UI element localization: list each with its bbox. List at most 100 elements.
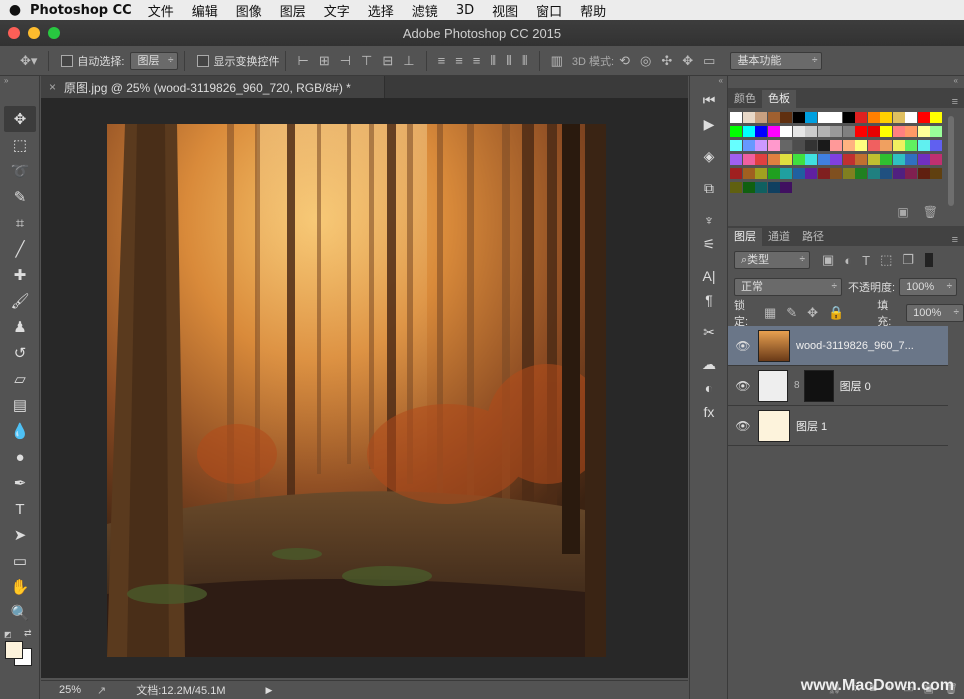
distribute-middle-icon[interactable]: ≡ (455, 53, 463, 68)
styles-panel-icon[interactable]: fx (694, 400, 724, 424)
close-window-button[interactable] (8, 27, 20, 39)
distribute-top-icon[interactable]: ≡ (438, 53, 446, 68)
tab-swatches[interactable]: 色板 (762, 90, 796, 108)
clone-stamp-tool-icon[interactable]: ♟ (4, 314, 36, 340)
move-tool-icon[interactable]: ✥ (4, 106, 36, 132)
color-swatch[interactable] (817, 126, 830, 137)
swatches-scrollbar[interactable] (948, 116, 954, 206)
dock-collapse-right-icon[interactable]: « (728, 76, 964, 88)
color-swatch[interactable] (730, 126, 742, 137)
color-swatch[interactable] (742, 182, 755, 193)
tab-paths[interactable]: 路径 (796, 228, 830, 246)
color-swatch[interactable] (730, 168, 742, 179)
color-swatch[interactable] (930, 168, 942, 179)
panel-menu-icon[interactable]: ≡ (952, 96, 964, 108)
color-swatch[interactable] (742, 112, 755, 123)
tab-color[interactable]: 颜色 (728, 90, 762, 108)
color-swatch[interactable] (792, 140, 805, 151)
color-swatch[interactable] (780, 168, 792, 179)
color-swatch[interactable] (867, 168, 880, 179)
color-swatch[interactable] (742, 126, 755, 137)
align-middle-icon[interactable]: ⊟ (382, 53, 393, 69)
auto-align-icon[interactable]: ▥ (551, 53, 563, 69)
color-swatch[interactable] (805, 154, 817, 165)
color-swatch[interactable] (867, 154, 880, 165)
color-swatch[interactable] (755, 168, 767, 179)
layer-name[interactable]: 图层 0 (840, 378, 871, 394)
scale-3d-icon[interactable]: ▭ (703, 53, 715, 69)
color-swatch[interactable] (792, 126, 805, 137)
tab-layers[interactable]: 图层 (728, 228, 762, 246)
align-center-icon[interactable]: ⊞ (319, 53, 330, 69)
color-swatch[interactable] (917, 140, 930, 151)
history-panel-icon[interactable]: ⏮ (694, 88, 724, 112)
distribute-right-icon[interactable]: ⦀ (522, 53, 528, 69)
color-swatch[interactable] (905, 154, 917, 165)
color-swatch[interactable] (842, 154, 855, 165)
status-menu-arrow-icon[interactable]: ▶ (266, 685, 273, 696)
default-colors-icon[interactable]: ◩ (4, 630, 12, 639)
color-swatch[interactable] (855, 140, 867, 151)
hand-tool-icon[interactable]: ✋ (4, 574, 36, 600)
roll-3d-icon[interactable]: ◎ (640, 53, 651, 69)
color-swatch[interactable] (792, 112, 805, 123)
foreground-color-swatch[interactable] (5, 641, 23, 659)
menu-help[interactable]: 帮助 (580, 1, 606, 20)
color-swatch[interactable] (892, 154, 905, 165)
color-swatch[interactable] (930, 140, 942, 151)
layers-panel-menu-icon[interactable]: ≡ (952, 234, 964, 246)
color-swatch[interactable] (855, 126, 867, 137)
mask-link-icon[interactable]: 8 (794, 380, 800, 391)
gradient-tool-icon[interactable]: ▤ (4, 392, 36, 418)
color-swatch[interactable] (742, 154, 755, 165)
color-swatch[interactable] (805, 140, 817, 151)
color-swatch[interactable] (780, 140, 792, 151)
color-swatch[interactable] (830, 126, 842, 137)
lock-transparent-icon[interactable]: ▦ (764, 305, 776, 321)
menu-layer[interactable]: 图层 (280, 1, 306, 20)
delete-swatch-icon[interactable]: 🗑 (923, 205, 938, 219)
color-swatch[interactable] (730, 182, 742, 193)
path-select-tool-icon[interactable]: ➤ (4, 522, 36, 548)
opacity-input[interactable]: 100% (899, 278, 958, 296)
color-swatch[interactable] (780, 182, 792, 193)
color-swatch[interactable] (905, 168, 917, 179)
visibility-eye-icon[interactable]: 👁 (728, 339, 758, 353)
color-swatch[interactable] (830, 154, 842, 165)
color-swatch[interactable] (755, 112, 767, 123)
zoom-tool-icon[interactable]: 🔍 (4, 600, 36, 626)
layer-row[interactable]: 👁 wood-3119826_960_7... (728, 326, 948, 366)
apple-icon[interactable]: ● (0, 2, 30, 18)
rectangle-tool-icon[interactable]: ▭ (4, 548, 36, 574)
pen-tool-icon[interactable]: ✒ (4, 470, 36, 496)
distribute-center-icon[interactable]: ⦀ (506, 53, 512, 69)
color-swatch[interactable] (805, 126, 817, 137)
color-swatch[interactable] (880, 112, 892, 123)
color-swatch[interactable] (905, 140, 917, 151)
type-tool-icon[interactable]: T (4, 496, 36, 522)
color-swatch[interactable] (917, 154, 930, 165)
layer-name[interactable]: wood-3119826_960_7... (796, 340, 914, 352)
menu-file[interactable]: 文件 (148, 1, 174, 20)
color-swatch[interactable] (830, 112, 842, 123)
visibility-eye-icon[interactable]: 👁 (728, 379, 758, 393)
align-right-icon[interactable]: ⊣ (340, 53, 351, 69)
color-swatch[interactable] (817, 140, 830, 151)
color-swatch[interactable] (817, 112, 830, 123)
color-swatch[interactable] (767, 140, 780, 151)
actions-panel-icon[interactable]: ▶ (694, 112, 724, 136)
crop-tool-icon[interactable]: ⌗ (4, 210, 36, 236)
color-swatch[interactable] (930, 112, 942, 123)
color-swatch[interactable] (767, 126, 780, 137)
3d-panel-icon[interactable]: ◈ (694, 144, 724, 168)
color-swatch[interactable] (805, 168, 817, 179)
new-swatch-icon[interactable]: ▣ (897, 205, 908, 219)
lasso-tool-icon[interactable]: ➰ (4, 158, 36, 184)
color-swatch[interactable] (767, 154, 780, 165)
libraries-panel-icon[interactable]: ☁ (694, 352, 724, 376)
blend-mode-dropdown[interactable]: 正常 (734, 278, 842, 296)
color-swatch[interactable] (880, 154, 892, 165)
color-swatch[interactable] (755, 126, 767, 137)
color-swatch[interactable] (830, 140, 842, 151)
color-swatch[interactable] (730, 112, 742, 123)
